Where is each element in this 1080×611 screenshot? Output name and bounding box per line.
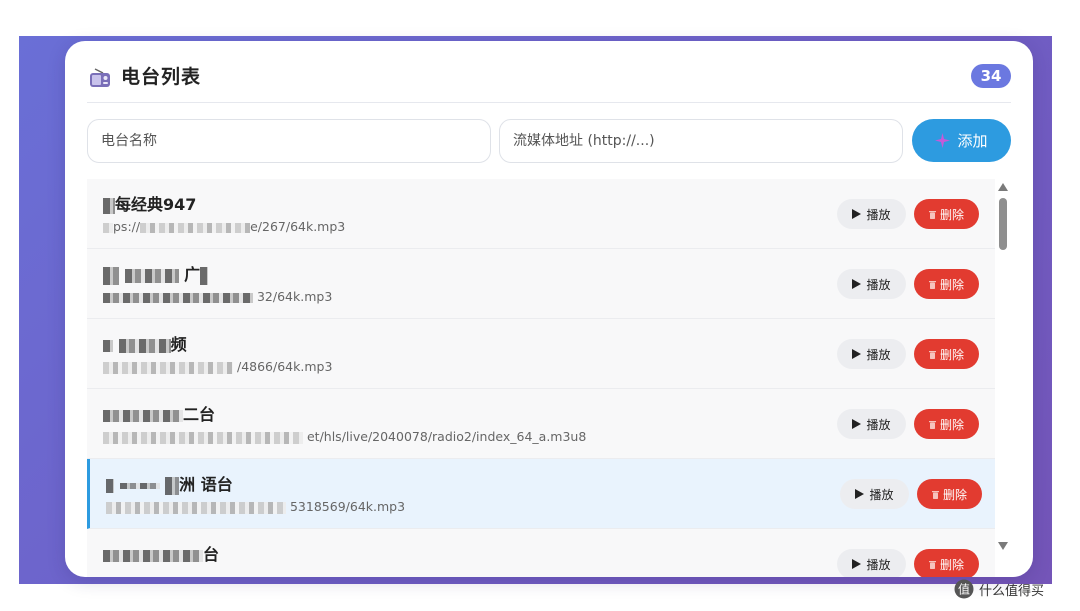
station-url: /4866/64k.mp3 xyxy=(103,359,332,374)
watermark-text: 什么值得买 xyxy=(979,583,1045,599)
station-name: 二台 xyxy=(103,401,215,425)
svg-text:值: 值 xyxy=(958,582,970,597)
smzdm-logo-icon: 值 xyxy=(954,579,974,599)
play-icon xyxy=(852,419,862,429)
delete-button[interactable]: 删除 xyxy=(914,409,979,439)
trash-icon xyxy=(928,280,936,289)
delete-button[interactable]: 删除 xyxy=(917,479,982,509)
station-name: 台 xyxy=(103,541,219,565)
station-row-active[interactable]: 洲 语台 5318569/64k.mp3 播放 删除 xyxy=(87,459,995,529)
station-row[interactable]: 二台 et/hls/live/2040078/radio2/index_64_a… xyxy=(87,389,995,459)
add-button-label: 添加 xyxy=(957,132,988,150)
station-row[interactable]: 广 32/64k.mp3 播放 删除 xyxy=(87,249,995,319)
trash-icon xyxy=(928,350,936,359)
station-name: 每经典947 xyxy=(103,191,196,215)
station-url: ps://e/267/64k.mp3 xyxy=(103,219,345,234)
scroll-up-arrow-icon[interactable] xyxy=(998,183,1008,191)
trash-icon xyxy=(928,420,936,429)
station-row[interactable]: 台 播放 删除 xyxy=(87,529,995,577)
delete-button[interactable]: 删除 xyxy=(914,339,979,369)
play-icon xyxy=(852,559,862,569)
scroll-down-arrow-icon[interactable] xyxy=(998,542,1008,550)
station-name: 广 xyxy=(103,261,209,285)
delete-button[interactable]: 删除 xyxy=(914,269,979,299)
station-name: 洲 语台 xyxy=(106,471,233,495)
play-icon xyxy=(852,209,862,219)
station-row[interactable]: 频 /4866/64k.mp3 播放 删除 xyxy=(87,319,995,389)
play-button[interactable]: 播放 xyxy=(837,409,906,439)
sparkle-icon xyxy=(935,133,951,148)
station-url: et/hls/live/2040078/radio2/index_64_a.m3… xyxy=(103,429,586,444)
page-title: 电台列表 xyxy=(121,66,202,88)
play-icon xyxy=(852,349,862,359)
scroll-thumb[interactable] xyxy=(999,198,1007,250)
add-station-button[interactable]: 添加 xyxy=(912,119,1011,162)
card-header: 电台列表 34 xyxy=(87,59,1011,103)
radio-icon xyxy=(90,68,110,87)
play-button[interactable]: 播放 xyxy=(837,269,906,299)
station-list-card: 电台列表 34 添加 每经典947 ps://e/267/64k.mp3 播放 xyxy=(65,41,1033,577)
trash-icon xyxy=(931,490,939,499)
add-station-form: 添加 xyxy=(87,119,1011,163)
trash-icon xyxy=(928,560,936,569)
station-name: 频 xyxy=(103,331,187,355)
station-url: 32/64k.mp3 xyxy=(103,289,332,304)
play-icon xyxy=(855,489,865,499)
station-list: 每经典947 ps://e/267/64k.mp3 播放 删除 广 32/64k… xyxy=(87,179,995,577)
site-watermark: 值 什么值得买 xyxy=(954,578,1044,600)
delete-button[interactable]: 删除 xyxy=(914,199,979,229)
list-scrollbar[interactable] xyxy=(995,179,1011,559)
play-button[interactable]: 播放 xyxy=(840,479,909,509)
station-row[interactable]: 每经典947 ps://e/267/64k.mp3 播放 删除 xyxy=(87,179,995,249)
play-icon xyxy=(852,279,862,289)
play-button[interactable]: 播放 xyxy=(837,339,906,369)
delete-button[interactable]: 删除 xyxy=(914,549,979,577)
stream-url-input[interactable] xyxy=(499,119,903,163)
station-name-input[interactable] xyxy=(87,119,491,163)
trash-icon xyxy=(928,210,936,219)
station-count-badge: 34 xyxy=(971,64,1011,88)
play-button[interactable]: 播放 xyxy=(837,549,906,577)
station-url: 5318569/64k.mp3 xyxy=(106,499,405,514)
play-button[interactable]: 播放 xyxy=(837,199,906,229)
